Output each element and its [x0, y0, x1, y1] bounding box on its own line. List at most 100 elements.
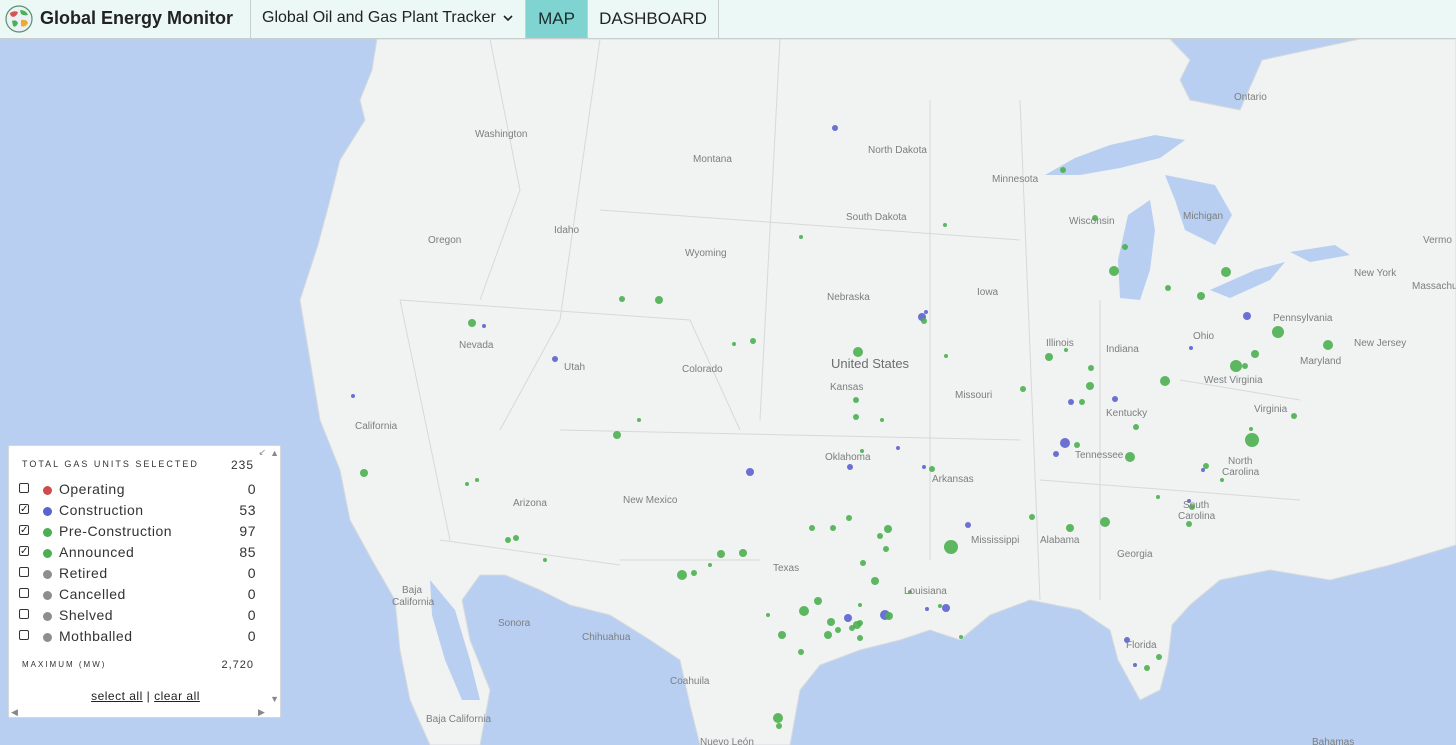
- plant-marker-announced[interactable]: [1133, 424, 1139, 430]
- plant-marker-announced[interactable]: [883, 546, 889, 552]
- plant-marker-announced[interactable]: [849, 625, 855, 631]
- plant-marker-construction[interactable]: [1060, 438, 1070, 448]
- plant-marker-announced[interactable]: [858, 603, 862, 607]
- plant-marker-construction[interactable]: [351, 394, 355, 398]
- plant-marker-announced[interactable]: [871, 577, 879, 585]
- plant-marker-announced[interactable]: [827, 618, 835, 626]
- tab-dashboard[interactable]: DASHBOARD: [588, 0, 719, 38]
- plant-marker-announced[interactable]: [1251, 350, 1259, 358]
- plant-marker-construction[interactable]: [1189, 346, 1193, 350]
- plant-marker-announced[interactable]: [1125, 452, 1135, 462]
- plant-marker-construction[interactable]: [1133, 663, 1137, 667]
- plant-marker-announced[interactable]: [1029, 514, 1035, 520]
- clear-all-link[interactable]: clear all: [154, 689, 200, 703]
- plant-marker-announced[interactable]: [732, 342, 736, 346]
- plant-marker-announced[interactable]: [468, 319, 476, 327]
- plant-marker-announced[interactable]: [944, 540, 958, 554]
- checkbox-shelved[interactable]: [19, 609, 29, 619]
- plant-marker-announced[interactable]: [830, 525, 836, 531]
- plant-marker-announced[interactable]: [776, 723, 782, 729]
- plant-marker-announced[interactable]: [1020, 386, 1026, 392]
- plant-marker-announced[interactable]: [1045, 353, 1053, 361]
- plant-marker-announced[interactable]: [637, 418, 641, 422]
- plant-marker-announced[interactable]: [853, 397, 859, 403]
- plant-marker-announced[interactable]: [799, 235, 803, 239]
- legend-row-retired[interactable]: Retired 0: [19, 564, 264, 584]
- plant-marker-announced[interactable]: [1156, 654, 1162, 660]
- plant-marker-construction[interactable]: [925, 607, 929, 611]
- collapse-legend-icon[interactable]: ↙: [258, 447, 266, 458]
- plant-marker-announced[interactable]: [613, 431, 621, 439]
- tab-map[interactable]: MAP: [526, 0, 588, 38]
- plant-marker-announced[interactable]: [766, 613, 770, 617]
- plant-marker-construction[interactable]: [1053, 451, 1059, 457]
- plant-marker-construction[interactable]: [746, 468, 754, 476]
- plant-marker-announced[interactable]: [773, 713, 783, 723]
- plant-marker-announced[interactable]: [750, 338, 756, 344]
- brand[interactable]: Global Energy Monitor: [0, 0, 251, 38]
- plant-marker-announced[interactable]: [1197, 292, 1205, 300]
- legend-row-shelved[interactable]: Shelved 0: [19, 606, 264, 626]
- plant-marker-announced[interactable]: [1088, 365, 1094, 371]
- plant-marker-construction[interactable]: [844, 614, 852, 622]
- plant-marker-announced[interactable]: [655, 296, 663, 304]
- plant-marker-announced[interactable]: [1242, 363, 1248, 369]
- plant-marker-announced[interactable]: [1144, 665, 1150, 671]
- checkbox-retired[interactable]: [19, 567, 29, 577]
- plant-marker-announced[interactable]: [959, 635, 963, 639]
- plant-marker-announced[interactable]: [1323, 340, 1333, 350]
- plant-marker-announced[interactable]: [944, 354, 948, 358]
- legend-row-announced[interactable]: ✓ Announced 85: [19, 543, 264, 563]
- plant-marker-announced[interactable]: [885, 612, 893, 620]
- plant-marker-construction[interactable]: [1201, 468, 1205, 472]
- plant-marker-announced[interactable]: [835, 627, 841, 633]
- plant-marker-construction[interactable]: [922, 465, 926, 469]
- plant-marker-construction[interactable]: [832, 125, 838, 131]
- plant-marker-announced[interactable]: [943, 223, 947, 227]
- plant-marker-announced[interactable]: [465, 482, 469, 486]
- plant-marker-announced[interactable]: [1272, 326, 1284, 338]
- plant-marker-announced[interactable]: [1291, 413, 1297, 419]
- plant-marker-announced[interactable]: [853, 414, 859, 420]
- plant-marker-announced[interactable]: [1109, 266, 1119, 276]
- plant-marker-construction[interactable]: [1243, 312, 1251, 320]
- plant-marker-announced[interactable]: [1245, 433, 1259, 447]
- plant-marker-announced[interactable]: [1066, 524, 1074, 532]
- select-all-link[interactable]: select all: [91, 689, 143, 703]
- plant-marker-announced[interactable]: [1165, 285, 1171, 291]
- plant-marker-construction[interactable]: [924, 310, 928, 314]
- plant-marker-announced[interactable]: [677, 570, 687, 580]
- scroll-up-arrow-icon[interactable]: ▲: [270, 448, 279, 458]
- plant-marker-announced[interactable]: [543, 558, 547, 562]
- plant-marker-announced[interactable]: [884, 525, 892, 533]
- plant-marker-announced[interactable]: [475, 478, 479, 482]
- plant-marker-construction[interactable]: [552, 356, 558, 362]
- legend-row-operating[interactable]: Operating 0: [19, 480, 264, 500]
- plant-marker-construction[interactable]: [1068, 399, 1074, 405]
- checkbox-operating[interactable]: [19, 483, 29, 493]
- checkbox-construction[interactable]: ✓: [19, 504, 29, 515]
- plant-marker-construction[interactable]: [965, 522, 971, 528]
- plant-marker-construction[interactable]: [482, 324, 486, 328]
- plant-marker-announced[interactable]: [814, 597, 822, 605]
- plant-marker-announced[interactable]: [1156, 495, 1160, 499]
- plant-marker-announced[interactable]: [921, 318, 927, 324]
- plant-marker-announced[interactable]: [809, 525, 815, 531]
- plant-marker-announced[interactable]: [1220, 478, 1224, 482]
- plant-marker-announced[interactable]: [1203, 463, 1209, 469]
- plant-marker-announced[interactable]: [1086, 382, 1094, 390]
- legend-row-construction[interactable]: ✓ Construction 53: [19, 501, 264, 521]
- plant-marker-construction[interactable]: [847, 464, 853, 470]
- legend-row-mothballed[interactable]: Mothballed 0: [19, 627, 264, 647]
- plant-marker-announced[interactable]: [860, 560, 866, 566]
- plant-marker-announced[interactable]: [739, 549, 747, 557]
- plant-marker-announced[interactable]: [938, 604, 942, 608]
- legend-row-pre-construction[interactable]: ✓ Pre-Construction 97: [19, 522, 264, 542]
- plant-marker-announced[interactable]: [877, 533, 883, 539]
- plant-marker-announced[interactable]: [505, 537, 511, 543]
- plant-marker-announced[interactable]: [1221, 267, 1231, 277]
- tracker-dropdown[interactable]: Global Oil and Gas Plant Tracker: [251, 0, 526, 38]
- plant-marker-announced[interactable]: [360, 469, 368, 477]
- plant-marker-announced[interactable]: [799, 606, 809, 616]
- checkbox-pre-construction[interactable]: ✓: [19, 525, 29, 536]
